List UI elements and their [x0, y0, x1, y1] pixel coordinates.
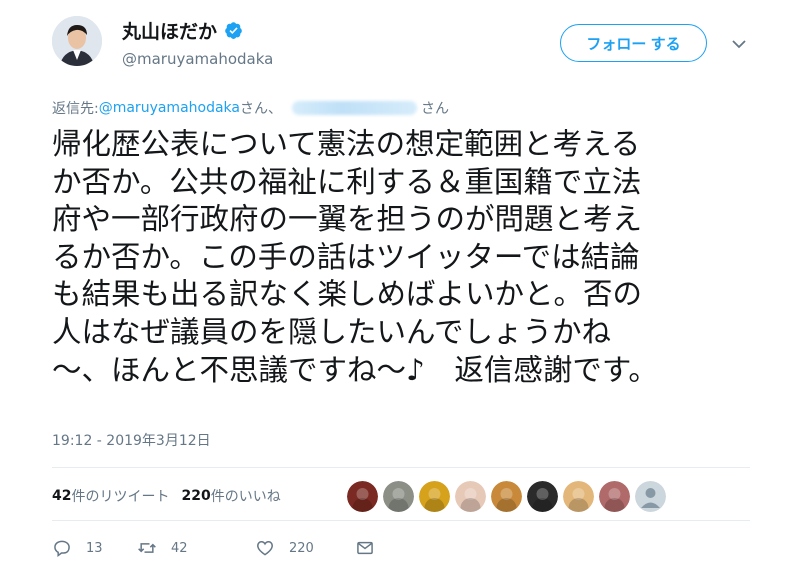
liker-avatar-red-bird-icon[interactable]	[347, 481, 378, 512]
retweet-stat-count: 42	[52, 488, 72, 504]
retweet-stat[interactable]: 42 件のリツイート	[52, 486, 169, 506]
follow-button[interactable]: フォロー する	[560, 24, 707, 62]
direct-message-action[interactable]	[355, 538, 375, 558]
tweet-line: るか否か。この手の話はツイッターでは結論	[52, 239, 640, 274]
tweet-line: 帰化歴公表について憲法の想定範囲と考える	[52, 127, 641, 161]
liker-avatar-girl-icon[interactable]	[455, 481, 486, 512]
blurred-handle	[292, 101, 417, 115]
envelope-icon	[357, 541, 373, 555]
heart-icon	[257, 540, 273, 556]
reply-icon	[54, 540, 70, 557]
tweet-text: 帰化歴公表について憲法の想定範囲と考える か否か。公共の福祉に利する＆重国籍で立…	[52, 126, 758, 389]
like-stat-label: 件のいいね	[210, 489, 281, 505]
liker-avatar-anime-icon[interactable]	[599, 481, 630, 512]
reply-to-san: さん、	[240, 101, 282, 117]
tweet-line: ～、ほんと不思議ですね～♪ 返信感謝です。	[52, 352, 658, 387]
divider	[52, 467, 750, 468]
liker-avatar-default-icon[interactable]	[635, 481, 666, 512]
profile-handle[interactable]: @maruyamahodaka	[122, 50, 273, 68]
like-action[interactable]: 220	[255, 538, 314, 558]
profile-photo-icon	[52, 16, 102, 66]
divider	[52, 520, 750, 521]
profile-avatar[interactable]	[52, 16, 102, 66]
verified-badge-icon	[225, 22, 242, 39]
likers-avatar-list	[347, 481, 671, 512]
reply-count: 13	[86, 540, 103, 556]
liker-avatar-mustache-icon[interactable]	[527, 481, 558, 512]
retweet-action[interactable]: 42	[137, 538, 188, 558]
profile-name-row: 丸山ほだか	[122, 17, 243, 44]
reply-to-handle-link[interactable]: @maruyamahodaka	[99, 100, 240, 116]
like-stat-count: 220	[181, 488, 211, 504]
tweet-line: も結果も出る訳なく楽しめばよいかと。否の	[52, 277, 643, 312]
liker-avatar-gold-icon[interactable]	[419, 481, 450, 512]
tweet-line: 人はなぜ議員のを隠したいんでしょうかね	[52, 314, 612, 349]
reply-to-san-end: さん	[421, 101, 449, 117]
reply-to-line: 返信先: @maruyamahodaka さん、 さん	[52, 98, 449, 118]
liker-avatar-people-icon[interactable]	[563, 481, 594, 512]
tweet-stats: 42 件のリツイート 220 件のいいね	[52, 486, 281, 506]
like-stat[interactable]: 220 件のいいね	[181, 486, 280, 506]
retweet-icon	[138, 543, 156, 553]
tweet-timestamp[interactable]: 19:12 - 2019年3月12日	[52, 430, 211, 450]
like-count: 220	[289, 540, 314, 556]
tweet-line: 府や一部行政府の一翼を担うのが問題と考え	[52, 202, 643, 237]
reply-action[interactable]: 13	[52, 538, 103, 558]
chevron-down-icon[interactable]	[731, 38, 747, 50]
reply-to-prefix: 返信先:	[52, 101, 99, 117]
retweet-count: 42	[171, 540, 188, 556]
display-name[interactable]: 丸山ほだか	[122, 17, 217, 44]
retweet-stat-label: 件のリツイート	[71, 489, 170, 505]
liker-avatar-food-icon[interactable]	[491, 481, 522, 512]
tweet-line: か否か。公共の福祉に利する＆重国籍で立法	[52, 164, 642, 199]
liker-avatar-wolf-icon[interactable]	[383, 481, 414, 512]
